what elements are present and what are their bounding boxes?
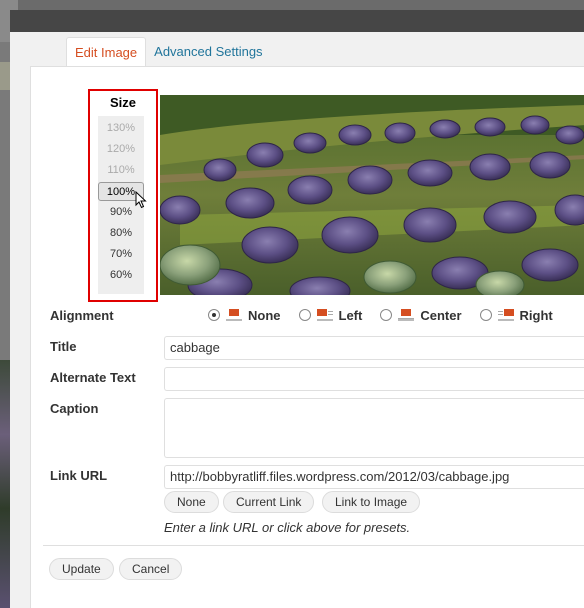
size-option: 130% xyxy=(106,122,136,134)
title-input[interactable]: cabbage xyxy=(164,336,584,360)
size-option: 110% xyxy=(107,164,135,176)
link-to-image-button[interactable]: Link to Image xyxy=(322,491,421,513)
align-none-radio[interactable] xyxy=(208,309,220,321)
align-center-radio[interactable] xyxy=(380,309,393,321)
size-selector: Size 130% 120% 110% 100% 90% 80% 70% 60% xyxy=(88,89,158,302)
align-left-icon xyxy=(316,309,333,321)
alignment-options: None Left Center Right xyxy=(208,305,571,325)
alt-text-label: Alternate Text xyxy=(50,370,136,385)
edit-panel: Size 130% 120% 110% 100% 90% 80% 70% 60% xyxy=(30,66,584,608)
link-none-button[interactable]: None xyxy=(164,491,219,513)
align-center-icon xyxy=(398,309,415,321)
divider xyxy=(43,545,584,546)
size-option: 120% xyxy=(106,143,136,155)
modal-titlebar xyxy=(10,10,584,32)
image-edit-dialog: Edit Image Advanced Settings Size 130% 1… xyxy=(10,32,584,608)
align-right-radio[interactable] xyxy=(479,309,492,321)
align-left-label: Left xyxy=(338,307,363,323)
cancel-button[interactable]: Cancel xyxy=(119,558,183,580)
update-button[interactable]: Update xyxy=(49,558,114,580)
alignment-label: Alignment xyxy=(50,308,114,323)
tab-bar: Edit Image Advanced Settings xyxy=(66,37,271,67)
align-right-label: Right xyxy=(519,307,553,323)
tab-advanced-settings[interactable]: Advanced Settings xyxy=(146,37,270,67)
title-label: Title xyxy=(50,339,77,354)
size-title: Size xyxy=(109,95,136,110)
tab-edit-image[interactable]: Edit Image xyxy=(66,37,147,67)
alt-text-input[interactable] xyxy=(164,367,584,391)
size-option[interactable]: 80% xyxy=(98,224,144,243)
caption-label: Caption xyxy=(50,401,99,416)
link-url-input[interactable]: http://bobbyratliff.files.wordpress.com/… xyxy=(164,465,584,489)
align-center-label: Center xyxy=(420,307,462,323)
link-hint: Enter a link URL or click above for pres… xyxy=(164,520,411,535)
align-left-radio[interactable] xyxy=(298,309,311,321)
align-none-icon xyxy=(226,309,242,321)
mouse-pointer-icon xyxy=(135,191,147,209)
align-right-icon xyxy=(497,309,514,321)
image-preview xyxy=(160,95,584,295)
current-link-button[interactable]: Current Link xyxy=(223,491,315,513)
size-option[interactable]: 70% xyxy=(98,245,144,264)
link-url-label: Link URL xyxy=(50,468,108,483)
caption-textarea[interactable] xyxy=(164,398,584,458)
size-option[interactable]: 60% xyxy=(98,266,144,285)
align-none-label: None xyxy=(248,307,281,323)
